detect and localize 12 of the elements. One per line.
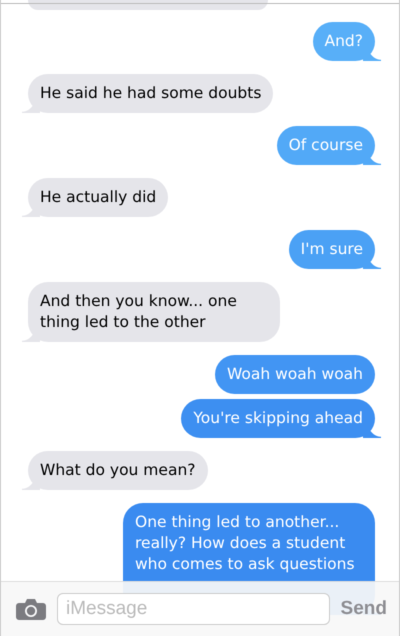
message-bubble: Of course — [276, 126, 381, 165]
message-bubble: What do you mean? — [22, 451, 208, 490]
message-bubble: He actually did — [22, 178, 168, 217]
message-bubble: I'm sure — [288, 230, 381, 269]
message-bubble: And? — [312, 22, 381, 61]
message-bubble: Woah woah woah — [214, 355, 381, 394]
message-bubble: You're skipping ahead — [181, 399, 381, 438]
message-field[interactable]: iMessage — [57, 593, 330, 625]
camera-icon[interactable] — [16, 598, 46, 620]
message-bubble: And then you know... one thing led to the other — [22, 282, 280, 342]
message-bubble: He said he had some doubts — [22, 74, 274, 113]
send-button[interactable]: Send — [340, 598, 387, 620]
